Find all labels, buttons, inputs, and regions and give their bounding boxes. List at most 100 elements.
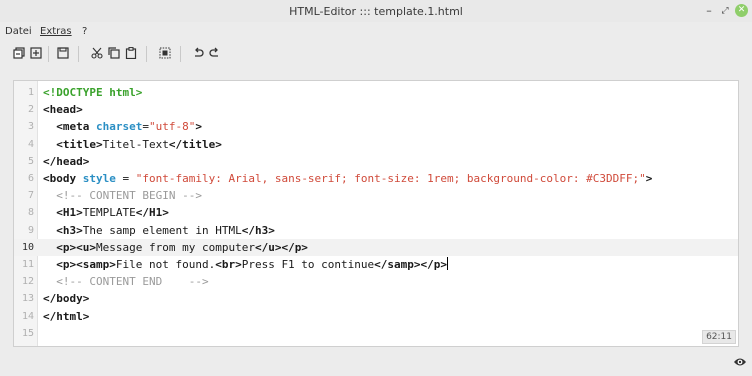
- line-number: 10: [21, 241, 34, 253]
- code-line[interactable]: 9 <h3>The samp element in HTML</h3>: [14, 222, 738, 239]
- undo-icon[interactable]: [190, 45, 206, 61]
- toolbar-separator: [78, 46, 79, 62]
- duplicate-window-icon[interactable]: [11, 45, 27, 61]
- code-text: </head>: [43, 153, 89, 170]
- code-text: <head>: [43, 101, 83, 118]
- select-all-icon[interactable]: [157, 45, 173, 61]
- code-text: <meta charset="utf-8">: [43, 118, 202, 135]
- code-line[interactable]: 4 <title>Titel-Text</title>: [14, 136, 738, 153]
- code-token: File not found.: [115, 258, 216, 271]
- code-text: <body style = "font-family: Arial, sans-…: [43, 170, 652, 187]
- code-line[interactable]: 5 </head>: [14, 153, 738, 170]
- code-token: Message from my computer: [96, 240, 255, 254]
- close-button[interactable]: ✕: [735, 4, 748, 17]
- code-line[interactable]: 10 <p><u>Message from my computer</u></p…: [14, 238, 738, 256]
- line-number: 15: [21, 327, 34, 339]
- code-token: Titel-Text: [102, 137, 169, 151]
- save-icon[interactable]: [55, 45, 71, 61]
- code-token: =: [142, 120, 149, 134]
- code-line[interactable]: 6 <body style = "font-family: Arial, sans…: [14, 170, 738, 187]
- eye-icon[interactable]: [733, 356, 747, 368]
- title-bar: HTML-Editor ::: template.1.html – ⤢ ✕: [0, 0, 752, 22]
- code-line[interactable]: 11 <p><samp>File not found.<br>Press F1 …: [14, 256, 738, 273]
- code-line[interactable]: 7 <!-- CONTENT BEGIN -->: [14, 187, 738, 204]
- menu-datei[interactable]: Datei: [5, 26, 32, 37]
- code-token: </html>: [43, 309, 90, 323]
- code-text: </body>: [43, 290, 89, 307]
- code-token: The samp element in HTML: [82, 223, 242, 237]
- code-line[interactable]: 15: [14, 325, 738, 342]
- paste-icon[interactable]: [123, 45, 139, 61]
- code-token: </h3>: [241, 223, 275, 237]
- code-token: <!-- CONTENT BEGIN -->: [43, 189, 202, 203]
- window-title: HTML-Editor ::: template.1.html: [289, 5, 463, 18]
- code-text: <h3>The samp element in HTML</h3>: [43, 222, 275, 239]
- code-token: style: [82, 172, 116, 185]
- code-line[interactable]: 8 <H1>TEMPLATE</H1>: [14, 204, 738, 221]
- code-token: <head>: [43, 103, 83, 117]
- code-text: <title>Titel-Text</title>: [43, 136, 222, 153]
- code-text: </html>: [43, 308, 89, 325]
- code-token: </samp></p>: [374, 258, 448, 271]
- code-token: <H1>: [56, 206, 83, 220]
- code-token: <body: [43, 172, 83, 185]
- code-token: </H1>: [135, 206, 169, 220]
- menu-bar: Datei Extras ?: [0, 23, 752, 41]
- toolbar: [0, 42, 752, 68]
- code-token: </u></p>: [254, 240, 308, 254]
- line-number: 1: [27, 87, 34, 98]
- text-cursor: [447, 257, 449, 270]
- code-token: <br>: [215, 258, 242, 271]
- code-token: <!-- CONTENT END -->: [43, 275, 209, 289]
- code-line[interactable]: 3 <meta charset="utf-8">: [14, 118, 738, 135]
- code-token: <h3>: [56, 223, 83, 237]
- code-line[interactable]: 2 <head>: [14, 101, 738, 118]
- code-line[interactable]: 14 </html>: [14, 308, 738, 325]
- code-token: >: [195, 120, 202, 134]
- line-number: 2: [27, 104, 34, 116]
- code-line[interactable]: 1 <!DOCTYPE html>: [14, 84, 738, 101]
- menu-extras[interactable]: Extras: [40, 26, 72, 37]
- code-token: <title>: [56, 137, 103, 151]
- line-number: 4: [27, 138, 34, 150]
- code-text: <p><samp>File not found.<br>Press F1 to …: [43, 256, 449, 273]
- line-number: 7: [27, 190, 34, 202]
- redo-icon[interactable]: [207, 45, 223, 61]
- new-file-icon[interactable]: [28, 45, 44, 61]
- line-number: 9: [27, 224, 34, 236]
- copy-icon[interactable]: [106, 45, 122, 61]
- code-token: </body>: [43, 292, 90, 306]
- code-token: <p><u>: [56, 240, 96, 254]
- code-token: charset: [96, 120, 143, 134]
- code-token: "utf-8": [148, 120, 196, 134]
- line-number: 8: [27, 207, 34, 219]
- line-number: 3: [27, 121, 34, 133]
- toolbar-separator: [180, 46, 181, 62]
- cut-icon[interactable]: [89, 45, 105, 61]
- toolbar-separator: [48, 46, 49, 62]
- code-token: =: [115, 172, 136, 185]
- minimize-button[interactable]: –: [702, 4, 716, 18]
- code-text: <H1>TEMPLATE</H1>: [43, 204, 169, 221]
- menu-help[interactable]: ?: [82, 26, 87, 37]
- line-number: 13: [21, 293, 34, 305]
- maximize-button[interactable]: ⤢: [718, 4, 732, 18]
- code-token: </head>: [43, 154, 90, 168]
- code-editor[interactable]: 62:11 1 <!DOCTYPE html> 2 <head> 3 <meta cha…: [13, 80, 739, 347]
- code-text: <p><u>Message from my computer</u></p>: [43, 239, 308, 256]
- code-token: <!DOCTYPE html>: [43, 86, 143, 99]
- code-line[interactable]: 12 <!-- CONTENT END -->: [14, 273, 738, 290]
- code-token: <p><samp>: [56, 258, 116, 271]
- code-token: Press F1 to continue: [241, 258, 375, 271]
- code-token: >: [645, 172, 653, 185]
- code-line[interactable]: 13 </body>: [14, 290, 738, 307]
- line-number: 6: [27, 173, 34, 184]
- code-text: <!-- CONTENT BEGIN -->: [43, 187, 202, 204]
- code-text: <!-- CONTENT END -->: [43, 273, 209, 290]
- code-token: TEMPLATE: [82, 206, 136, 220]
